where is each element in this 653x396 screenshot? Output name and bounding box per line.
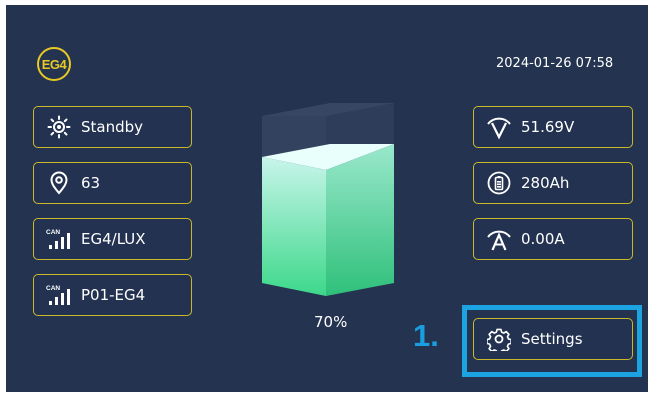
location-card[interactable]: 63 bbox=[33, 162, 192, 204]
voltage-card[interactable]: 51.69V bbox=[473, 106, 633, 148]
sun-icon bbox=[46, 114, 72, 140]
battery-fill-side bbox=[326, 144, 394, 296]
svg-text:CAN: CAN bbox=[46, 285, 60, 292]
settings-highlight-box bbox=[462, 305, 642, 377]
eg4-logo: EG4 bbox=[37, 47, 71, 81]
inverter-protocol-card[interactable]: CAN P01-EG4 bbox=[33, 274, 192, 316]
voltage-value: 51.69V bbox=[521, 118, 575, 136]
can-signal-icon: CAN bbox=[46, 282, 72, 308]
battery-fill-front bbox=[262, 157, 326, 296]
battery-capacity-icon bbox=[486, 170, 512, 196]
capacity-value: 280Ah bbox=[521, 174, 570, 192]
can-signal-icon: CAN bbox=[46, 226, 72, 252]
voltage-icon bbox=[486, 114, 512, 140]
location-pin-icon bbox=[46, 170, 72, 196]
can-protocol-card[interactable]: CAN EG4/LUX bbox=[33, 218, 192, 260]
status-label: Standby bbox=[81, 118, 144, 136]
capacity-card[interactable]: 280Ah bbox=[473, 162, 633, 204]
current-icon bbox=[486, 226, 512, 252]
current-card[interactable]: 0.00A bbox=[473, 218, 633, 260]
datetime-display: 2024-01-26 07:58 bbox=[496, 56, 614, 71]
battery-percent-label: 70% bbox=[314, 313, 348, 331]
battery-level-graphic bbox=[262, 103, 394, 303]
svg-text:CAN: CAN bbox=[46, 229, 60, 236]
inverter-protocol-label: P01-EG4 bbox=[81, 286, 146, 304]
step-number-label: 1. bbox=[413, 318, 439, 353]
current-value: 0.00A bbox=[521, 230, 565, 248]
status-card[interactable]: Standby bbox=[33, 106, 192, 148]
can-protocol-label: EG4/LUX bbox=[81, 230, 146, 248]
location-value: 63 bbox=[81, 174, 101, 192]
